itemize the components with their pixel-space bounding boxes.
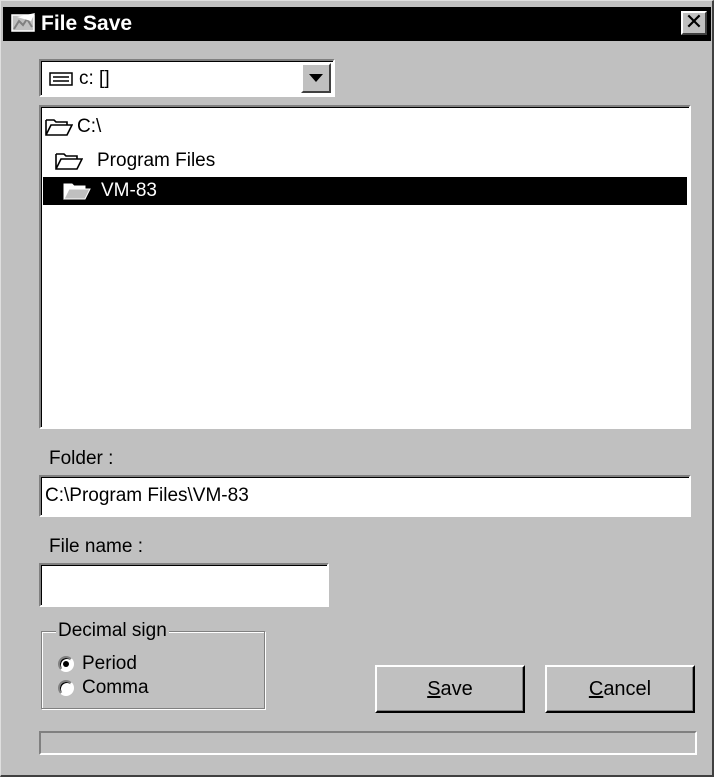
file-name-label: File name : xyxy=(49,536,143,557)
drive-select-value: c: [] xyxy=(79,68,110,89)
folder-open-icon xyxy=(63,183,91,200)
close-button[interactable]: ✕ xyxy=(681,9,707,35)
file-name-input[interactable] xyxy=(39,563,329,607)
title-bar[interactable]: File Save ✕ xyxy=(3,7,711,41)
close-icon: ✕ xyxy=(684,9,704,34)
cancel-button[interactable]: Cancel xyxy=(545,665,695,713)
save-mnemonic: S xyxy=(427,678,441,700)
folder-item-label: C:\ xyxy=(77,116,102,137)
folder-item-label: VM-83 xyxy=(101,180,157,201)
decimal-sign-legend: Decimal sign xyxy=(56,619,169,643)
radio-comma-label: Comma xyxy=(82,677,149,698)
folder-item-program-files[interactable]: Program Files xyxy=(43,147,687,175)
save-button[interactable]: Save xyxy=(375,665,525,713)
app-icon xyxy=(11,13,35,32)
folder-item-vm-83[interactable]: VM-83 xyxy=(43,177,687,205)
radio-unchecked-icon[interactable] xyxy=(58,680,74,696)
save-label: ave xyxy=(440,678,473,700)
drive-select[interactable]: c: [] xyxy=(39,59,335,97)
decimal-sign-group: Decimal sign Period Comma xyxy=(41,619,265,709)
folder-open-icon xyxy=(45,119,73,136)
radio-checked-icon[interactable] xyxy=(58,656,74,672)
cancel-label: ancel xyxy=(603,678,652,700)
folder-field[interactable]: C:\Program Files\VM-83 xyxy=(39,475,691,517)
cancel-mnemonic: C xyxy=(588,678,604,700)
folder-label: Folder : xyxy=(49,448,114,469)
folder-field-value: C:\Program Files\VM-83 xyxy=(45,485,249,506)
progress-bar xyxy=(39,731,697,755)
folder-item-root[interactable]: C:\ xyxy=(43,113,687,141)
folder-item-label: Program Files xyxy=(97,150,216,171)
drive-icon xyxy=(49,72,73,86)
folder-list[interactable]: C:\ Program Files VM-83 xyxy=(39,105,691,429)
window-title: File Save xyxy=(41,12,133,35)
folder-open-icon xyxy=(55,153,83,170)
chevron-down-icon[interactable] xyxy=(301,63,331,93)
radio-period-label: Period xyxy=(82,653,137,674)
file-save-dialog: File Save ✕ c: [] C:\ Program Files VM-8… xyxy=(0,0,714,777)
